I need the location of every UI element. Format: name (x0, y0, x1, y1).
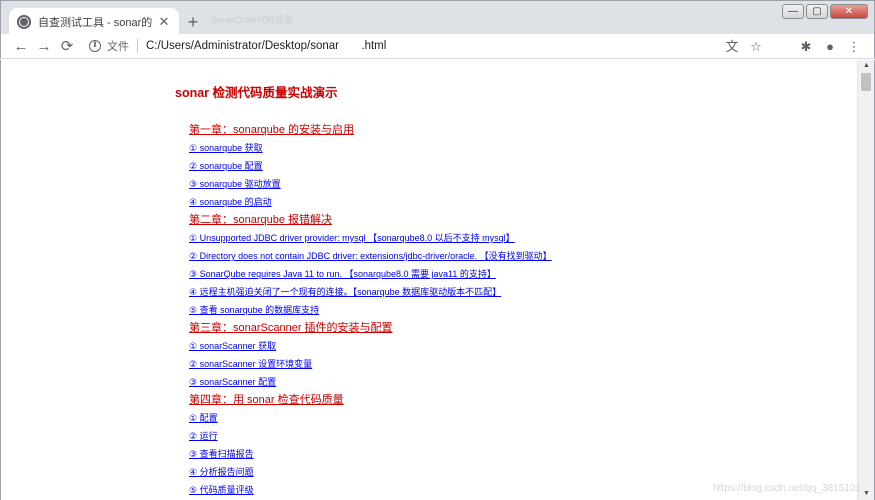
section-link[interactable]: ③ 查看扫描报告 (189, 446, 552, 464)
section-link[interactable]: ② sonarScanner 设置环境变量 (189, 356, 552, 374)
url-text[interactable]: C:/Users/Administrator/Desktop/sonar .ht… (146, 40, 386, 52)
watermark-text: https://blog.csdn.net/qq_3815101 (713, 483, 861, 494)
title-bar: 自查测试工具 - sonar的安装 - 反 ✕ + SonarQube代码质量 … (0, 0, 875, 36)
section-link[interactable]: ① sonarqube 获取 (189, 140, 552, 158)
scroll-up-icon[interactable]: ▲ (858, 60, 875, 72)
window-controls: — ▢ ✕ (782, 4, 868, 19)
section-link[interactable]: ③ sonarScanner 配置 (189, 374, 552, 392)
section-link[interactable]: ④ 分析报告问题 (189, 464, 552, 482)
back-button[interactable]: ← (11, 37, 31, 57)
scheme-label: 文件 (107, 41, 129, 53)
reload-button[interactable]: ⟳ (57, 37, 77, 57)
section-link[interactable]: ② Directory does not contain JDBC driver… (189, 248, 552, 266)
section-link[interactable]: ⑤ 代码质量评级 (189, 482, 552, 500)
chapter-link[interactable]: 第四章：用 sonar 检查代码质量 (189, 392, 552, 410)
browser-tab[interactable]: 自查测试工具 - sonar的安装 - 反 ✕ (9, 8, 179, 36)
section-link[interactable]: ② sonarqube 配置 (189, 158, 552, 176)
globe-icon (17, 15, 31, 29)
section-link[interactable]: ⑤ 查看 sonarqube 的数据库支持 (189, 302, 552, 320)
section-link[interactable]: ① Unsupported JDBC driver provider: mysq… (189, 230, 552, 248)
ghost-tab-text: SonarQube代码质量 (211, 15, 294, 25)
chapter-link[interactable]: 第一章：sonarqube 的安装与启用 (189, 122, 552, 140)
section-link[interactable]: ① 配置 (189, 410, 552, 428)
section-link[interactable]: ① sonarScanner 获取 (189, 338, 552, 356)
scroll-thumb[interactable] (861, 73, 871, 91)
menu-icon[interactable]: ⋮ (842, 37, 866, 57)
bookmark-star-icon[interactable]: ☆ (744, 37, 768, 57)
page-title: sonar 检测代码质量实战演示 (175, 86, 338, 100)
maximize-button[interactable]: ▢ (806, 4, 828, 19)
tab-title: 自查测试工具 - sonar的安装 - 反 (38, 17, 153, 29)
section-link[interactable]: ③ SonarQube requires Java 11 to run. 【so… (189, 266, 552, 284)
forward-button[interactable]: → (34, 37, 54, 57)
minimize-button[interactable]: — (782, 4, 804, 19)
translate-icon[interactable]: ⽂ (720, 37, 744, 57)
vertical-scrollbar[interactable]: ▲ ▼ (857, 60, 875, 500)
section-link[interactable]: ④ 远程主机强迫关闭了一个现有的连接。【sonarqube 数据库驱动版本不匹配… (189, 284, 552, 302)
section-link[interactable]: ③ sonarqube 驱动放置 (189, 176, 552, 194)
table-of-contents: 第一章：sonarqube 的安装与启用 ① sonarqube 获取 ② sona… (189, 122, 552, 500)
info-icon[interactable]: i (89, 40, 101, 52)
page-content: sonar 检测代码质量实战演示 第一章：sonarqube 的安装与启用 ① s… (0, 60, 857, 500)
section-link[interactable]: ④ sonarqube 的启动 (189, 194, 552, 212)
chapter-link[interactable]: 第二章：sonarqube 报错解决 (189, 212, 552, 230)
profile-icon[interactable]: ● (818, 37, 842, 57)
tab-close-icon[interactable]: ✕ (157, 14, 171, 30)
section-link[interactable]: ② 运行 (189, 428, 552, 446)
browser-toolbar: ← → ⟳ i 文件 C:/Users/Administrator/Deskto… (0, 34, 875, 59)
chapter-link[interactable]: 第三章：sonarScanner 插件的安装与配置 (189, 320, 552, 338)
address-bar[interactable]: i 文件 C:/Users/Administrator/Desktop/sona… (81, 35, 801, 57)
close-window-button[interactable]: ✕ (830, 4, 868, 19)
address-separator (137, 39, 138, 53)
extensions-icon[interactable]: ✱ (794, 37, 818, 57)
new-tab-button[interactable]: + (184, 13, 202, 31)
toolbar-actions: ⽂ ☆ ✱ ● ⋮ (720, 37, 866, 57)
